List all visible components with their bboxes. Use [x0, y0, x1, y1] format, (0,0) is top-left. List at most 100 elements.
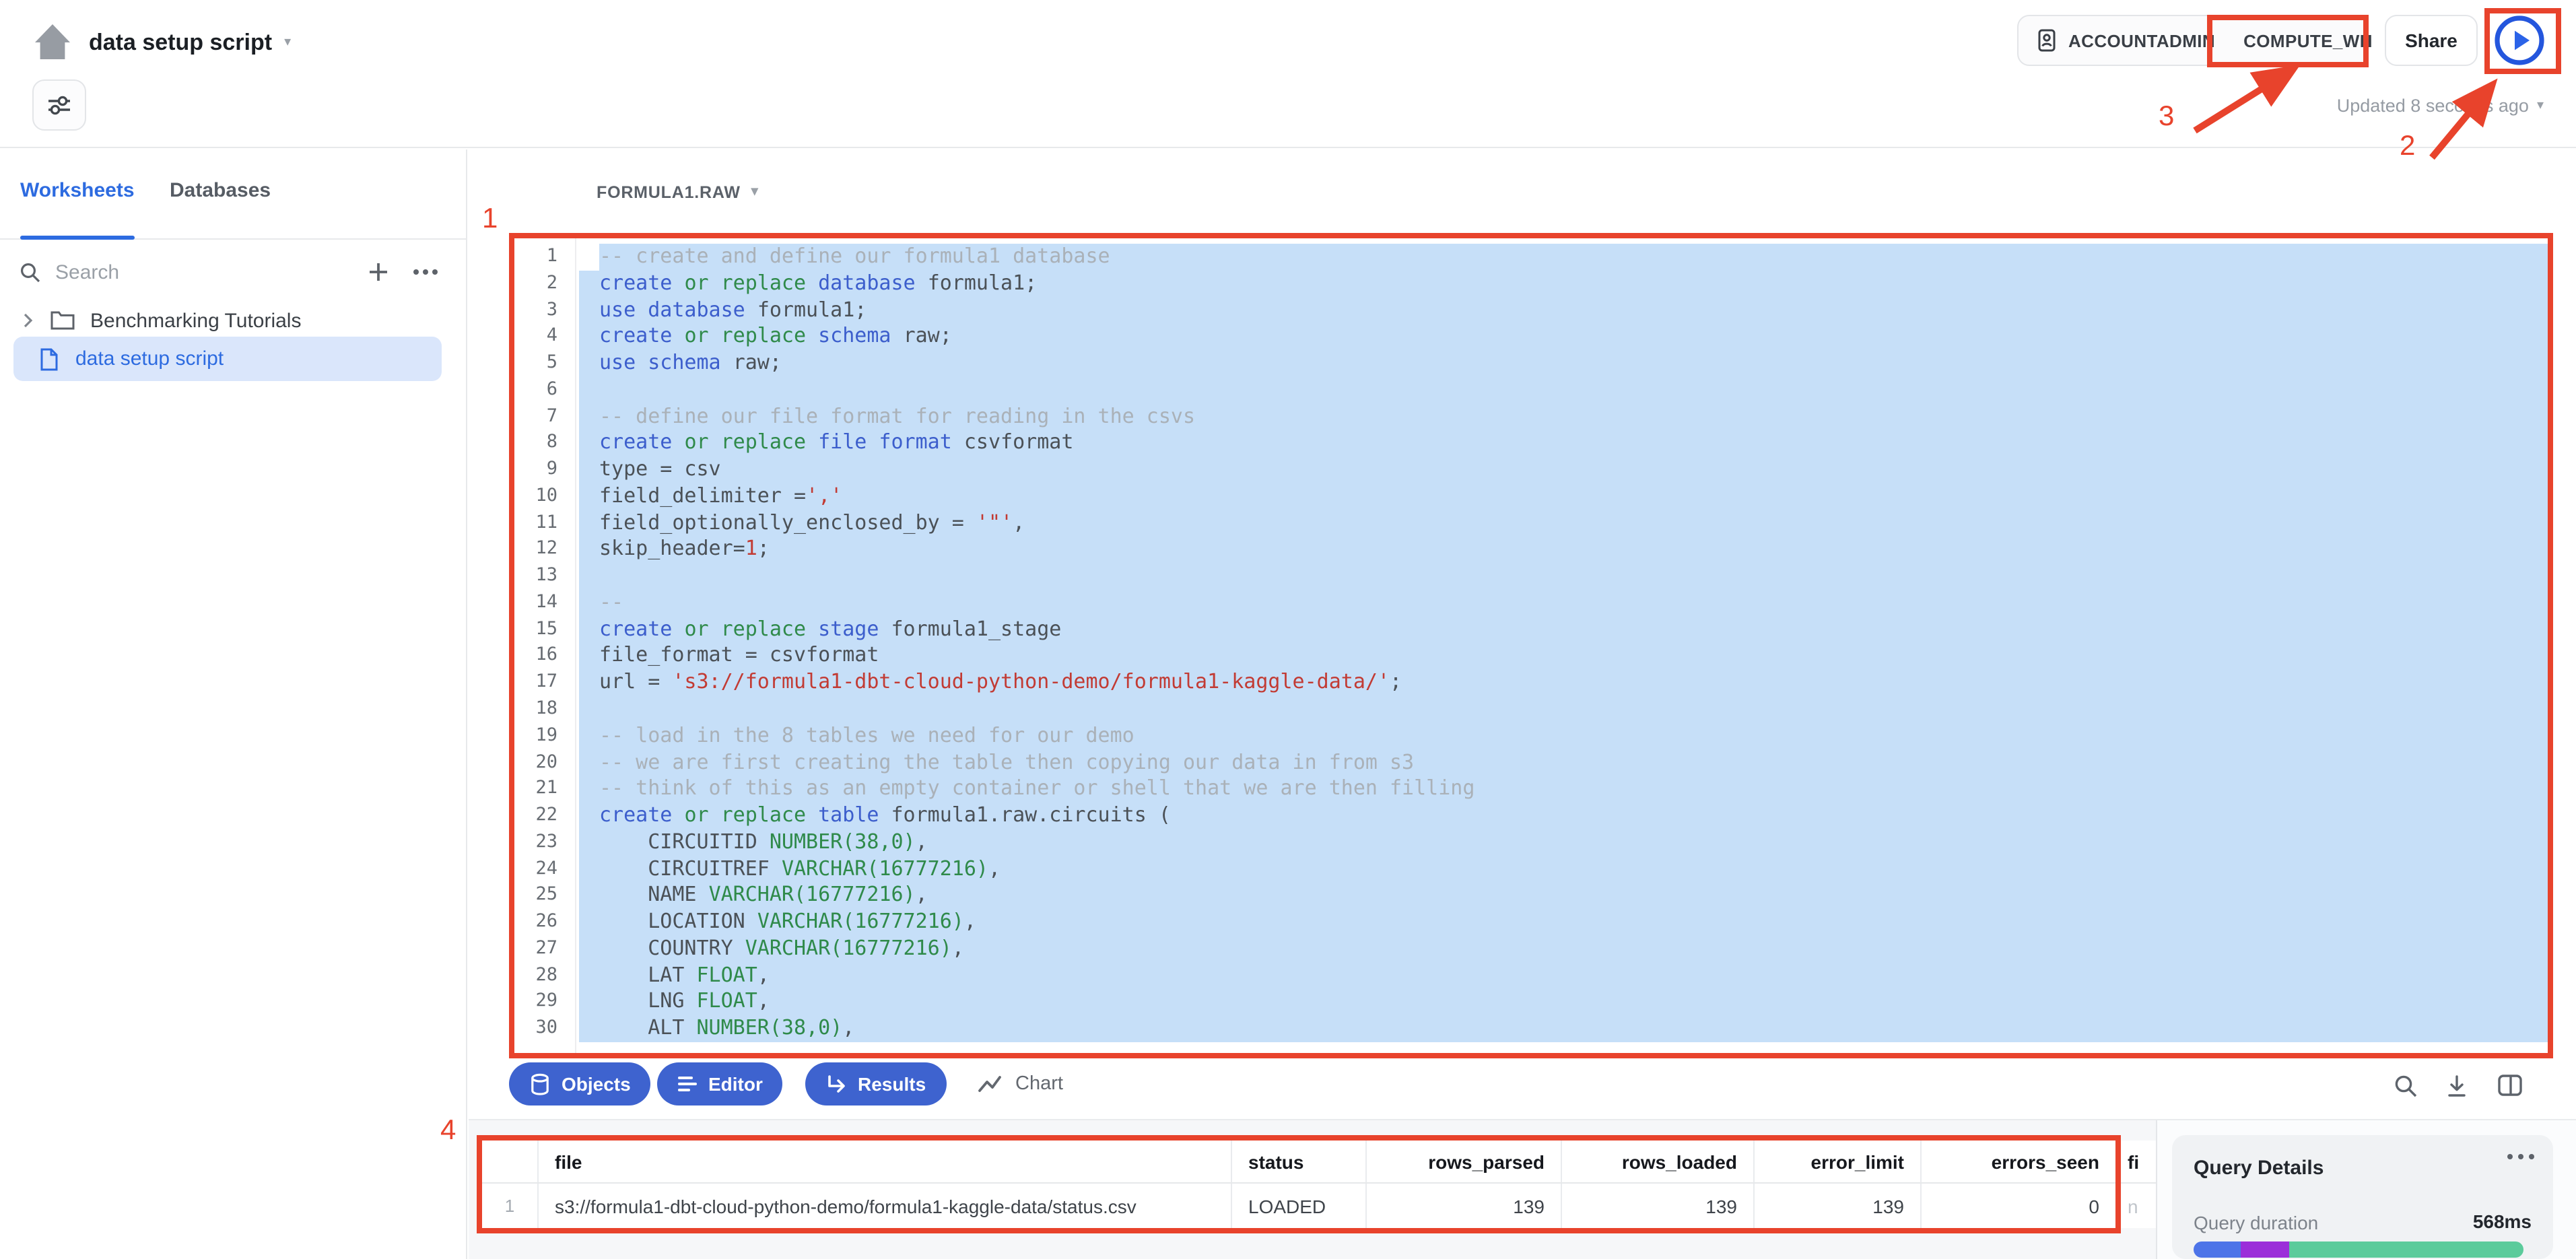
run-button[interactable]: [2493, 13, 2546, 67]
code-line: 7-- define our file format for reading i…: [514, 403, 2548, 430]
code-line: 13: [514, 563, 2548, 590]
duration-bar-segment: [2241, 1241, 2289, 1258]
home-button[interactable]: [30, 19, 75, 65]
duration-bar-segment: [2194, 1241, 2241, 1258]
results-button[interactable]: Results: [805, 1062, 946, 1105]
code-line: 30 ALT NUMBER(38,0),: [514, 1015, 2548, 1042]
line-number: 24: [514, 857, 557, 879]
line-number: 1: [514, 245, 557, 267]
line-number: 9: [514, 458, 557, 479]
line-number: 29: [514, 990, 557, 1012]
code-line: 17url = 's3://formula1-dbt-cloud-python-…: [514, 670, 2548, 697]
tab-worksheets[interactable]: Worksheets: [20, 179, 135, 202]
code-text: field_optionally_enclosed_by = '"',: [599, 510, 1025, 537]
cell-errors_seen: 0: [1922, 1184, 2115, 1228]
code-line: 16file_format = csvformat: [514, 643, 2548, 670]
line-number: 20: [514, 751, 557, 772]
code-text: NAME VARCHAR(16777216),: [599, 883, 928, 910]
results-table-header: filestatusrows_parsedrows_loadederror_li…: [482, 1141, 2115, 1184]
line-number: 21: [514, 778, 557, 799]
cell-rows_loaded: 139: [1562, 1184, 1755, 1228]
document-icon: [39, 347, 59, 371]
cell-status: LOADED: [1232, 1184, 1367, 1228]
share-button[interactable]: Share: [2385, 15, 2478, 66]
chevron-right-icon: [23, 312, 34, 329]
code-line: 15create or replace stage formula1_stage: [514, 616, 2548, 643]
play-icon: [2493, 13, 2546, 67]
editor-button[interactable]: Editor: [657, 1062, 783, 1105]
line-number: 22: [514, 804, 557, 825]
code-text: type = csv: [599, 456, 721, 483]
updated-text: Updated 8 seconds ago: [2337, 96, 2529, 116]
line-number: 6: [514, 378, 557, 400]
pane-divider[interactable]: [2156, 1120, 2157, 1259]
line-number: 23: [514, 831, 557, 852]
code-line: 9 type = csv: [514, 456, 2548, 483]
user-badge-icon: [2035, 28, 2059, 53]
duration-bar-segment: [2289, 1241, 2523, 1258]
filters-button[interactable]: [32, 79, 86, 131]
code-text: -- load in the 8 tables we need for our …: [599, 723, 1134, 750]
code-line: 5 use schema raw;: [514, 350, 2548, 377]
search-results-button[interactable]: [2390, 1070, 2420, 1100]
code-text: --: [599, 590, 623, 617]
query-details-menu-button[interactable]: [2507, 1154, 2534, 1159]
line-number: 2: [514, 272, 557, 294]
cell-file: s3://formula1-dbt-cloud-python-demo/form…: [539, 1184, 1232, 1228]
code-line: 1-- create and define our formula1 datab…: [514, 244, 2548, 271]
line-number: 17: [514, 671, 557, 693]
code-line: 29 LNG FLOAT,: [514, 989, 2548, 1016]
sidebar-item-worksheet-selected[interactable]: data setup script: [13, 337, 442, 381]
code-text: CIRCUITID NUMBER(38,0),: [599, 829, 928, 856]
new-worksheet-button[interactable]: [357, 250, 400, 294]
cell-error_limit: 139: [1755, 1184, 1922, 1228]
line-number: 10: [514, 485, 557, 506]
line-number: 8: [514, 432, 557, 453]
tab-databases[interactable]: Databases: [170, 179, 271, 202]
column-header-rownum: [482, 1141, 539, 1182]
search-input[interactable]: Search: [19, 250, 119, 294]
query-duration-label: Query duration: [2194, 1212, 2318, 1233]
line-number: 19: [514, 724, 557, 746]
line-number: 14: [514, 591, 557, 613]
code-text: create or replace stage formula1_stage: [599, 616, 1061, 643]
query-details-card: Query Details Query duration 568ms: [2172, 1135, 2553, 1259]
query-details-title: Query Details: [2194, 1157, 2324, 1180]
objects-button[interactable]: Objects: [509, 1062, 651, 1105]
return-arrow-icon: [825, 1074, 847, 1094]
code-line: 3use database formula1;: [514, 297, 2548, 324]
worksheet-title-dropdown[interactable]: data setup script ▾: [89, 30, 291, 57]
cell-rows_parsed: 139: [1367, 1184, 1562, 1228]
list-icon: [677, 1075, 698, 1093]
sql-editor[interactable]: 1-- create and define our formula1 datab…: [514, 238, 2548, 1053]
table-row[interactable]: 1s3://formula1-dbt-cloud-python-demo/for…: [482, 1184, 2115, 1228]
line-number: 5: [514, 351, 557, 373]
line-number: 11: [514, 511, 557, 533]
chart-tab[interactable]: Chart: [978, 1062, 1063, 1105]
code-text: LOCATION VARCHAR(16777216),: [599, 909, 976, 936]
folder-label: Benchmarking Tutorials: [90, 309, 302, 332]
gutter-divider: [575, 238, 576, 1053]
code-text: create or replace file format csvformat: [599, 430, 1073, 457]
sidebar-item-folder[interactable]: Benchmarking Tutorials: [0, 300, 467, 341]
context-selector-dropdown[interactable]: FORMULA1.RAW ▾: [597, 183, 759, 202]
code-text: use schema raw;: [599, 350, 782, 377]
code-text: create or replace database formula1;: [599, 271, 1037, 298]
split-view-button[interactable]: [2495, 1070, 2525, 1100]
sidebar: Worksheets Databases Search: [0, 149, 467, 1259]
line-number: 28: [514, 963, 557, 985]
results-table: filestatusrows_parsedrows_loadederror_li…: [482, 1141, 2115, 1228]
code-line: 8 create or replace file format csvformat: [514, 430, 2548, 457]
code-line: 21-- think of this as an empty container…: [514, 776, 2548, 803]
sidebar-more-button[interactable]: [404, 250, 447, 294]
chevron-down-icon: ▾: [284, 36, 291, 50]
updated-timestamp-dropdown[interactable]: Updated 8 seconds ago ▾: [2337, 96, 2544, 116]
line-number: 4: [514, 325, 557, 347]
chart-icon: [978, 1075, 1002, 1093]
download-results-button[interactable]: [2441, 1070, 2471, 1100]
code-line: 14 --: [514, 590, 2548, 617]
code-line: 18: [514, 696, 2548, 723]
role-warehouse-selector[interactable]: ACCOUNTADMIN COMPUTE_WH: [2017, 15, 2369, 66]
folder-icon: [50, 310, 75, 331]
line-number: 3: [514, 298, 557, 320]
